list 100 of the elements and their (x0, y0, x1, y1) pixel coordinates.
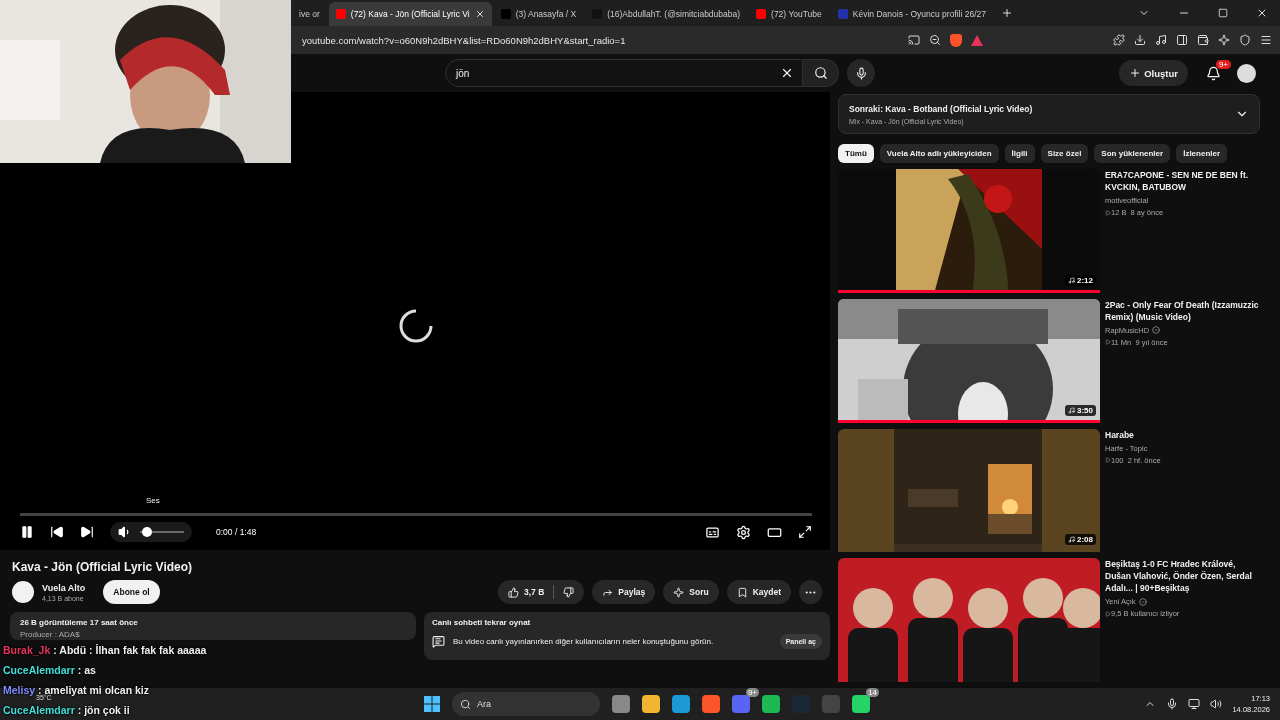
app-icon[interactable] (852, 695, 870, 713)
tab-favicon-icon (500, 9, 511, 19)
browser-tab[interactable]: (16)AbdullahT. (@simitciabdubaba) (585, 2, 748, 26)
filter-chip[interactable]: İlgili (1004, 144, 1035, 163)
browser-tab[interactable]: (72) YouTube (749, 2, 829, 26)
sparkle-icon (673, 586, 685, 598)
description-line: Producer : ADA$ (20, 630, 81, 639)
chat-message: : Abdü : İlhan fak fak fak aaaaa (53, 643, 207, 657)
browser-tab[interactable]: ive or (292, 2, 327, 26)
duration-badge: 2:12 (1065, 274, 1096, 286)
app-icon[interactable] (762, 695, 780, 713)
video-player[interactable]: Ses 0:00 / 1:48 (0, 92, 830, 550)
triangle-icon[interactable] (971, 34, 983, 46)
chat-icon (432, 635, 445, 648)
menu-icon[interactable] (1260, 34, 1272, 46)
close-icon[interactable] (474, 9, 485, 19)
tooltip-label: Ses (146, 496, 160, 505)
browser-tab[interactable]: (3) Anasayfa / X (493, 2, 584, 26)
channel-name[interactable]: Vuela Alto (42, 582, 86, 593)
views-icon (1105, 209, 1111, 216)
ask-button[interactable]: Soru (663, 580, 719, 604)
views-icon (1105, 339, 1111, 346)
maximize-icon[interactable] (1218, 8, 1228, 18)
progress-track[interactable] (20, 513, 812, 516)
filter-chip[interactable]: Vuela Alto adlı yükleyiciden (879, 144, 999, 163)
cast-icon[interactable] (908, 34, 920, 46)
tab-favicon-icon (756, 9, 767, 19)
settings-icon[interactable] (736, 524, 751, 540)
clear-icon[interactable] (780, 66, 794, 80)
thumbs-up-icon (508, 586, 519, 598)
close-icon[interactable] (1256, 7, 1268, 19)
views-icon (1105, 457, 1111, 463)
search-field[interactable]: jön (445, 59, 803, 87)
new-tab-icon[interactable] (1001, 7, 1014, 19)
notifications-icon[interactable] (1206, 65, 1221, 81)
music-note-icon (1068, 406, 1075, 414)
tab-favicon-icon (837, 9, 848, 19)
save-button[interactable]: Kaydet (726, 580, 791, 604)
subscribe-button[interactable]: Abone ol (103, 580, 160, 604)
search-icon (460, 698, 471, 710)
duration-badge: 3:50 (1065, 404, 1096, 416)
music-icon[interactable] (1155, 34, 1167, 46)
pause-icon[interactable] (20, 525, 34, 539)
filter-chip[interactable]: Tümü (838, 144, 874, 163)
app-icon[interactable] (672, 695, 690, 713)
description-panel[interactable]: 26 B görüntüleme 17 saat önce Producer : ADA$ (10, 612, 416, 640)
taskbar-search[interactable]: Ara (452, 692, 600, 716)
next-icon[interactable] (80, 525, 94, 539)
fullscreen-icon[interactable] (798, 525, 812, 539)
chat-username: Burak_Jk (3, 643, 51, 657)
search-button[interactable] (803, 59, 839, 87)
video-title: Kava - Jön (Official Lyric Video) (12, 560, 194, 574)
download-icon[interactable] (1134, 34, 1146, 46)
notification-badge: 9+ (1215, 59, 1231, 69)
music-note-icon (1068, 536, 1075, 544)
time-display: 0:00 / 1:48 (216, 527, 257, 537)
video-title[interactable]: ERA7CAPONE - SEN NE DE BEN ft. KVCKIN, BATUBOW (1105, 169, 1260, 193)
browser-tab[interactable]: Kévin Danois - Oyuncu profili 26/27 (830, 2, 994, 26)
previous-icon[interactable] (50, 525, 64, 539)
more-button[interactable] (799, 580, 822, 604)
share-button[interactable]: Paylaş (592, 580, 656, 604)
chat-username: CuceAlemdarr (3, 663, 75, 677)
start-icon[interactable] (424, 696, 440, 712)
app-icon[interactable] (612, 695, 630, 713)
filter-chip[interactable]: İzlenenler (1176, 144, 1228, 163)
filter-chip[interactable]: Size özel (1040, 144, 1089, 163)
microphone-icon (854, 66, 868, 80)
app-icon[interactable] (702, 695, 720, 713)
shield-icon[interactable] (950, 33, 962, 47)
microphone-icon[interactable] (1166, 698, 1179, 710)
panel-title: Canlı sohbeti tekrar oynat (432, 618, 532, 627)
wallet-icon[interactable] (1197, 34, 1209, 46)
create-button[interactable]: Oluştur (1119, 60, 1188, 86)
chat-username: CuceAlemdarr (3, 703, 75, 717)
channel-avatar[interactable] (12, 581, 34, 603)
search-icon (813, 66, 828, 80)
bookmark-icon (736, 586, 748, 598)
shield-icon[interactable] (1239, 34, 1251, 46)
browser-tab[interactable]: (72) Kava - Jön (Official Lyric Vi (328, 2, 492, 26)
sparkle-icon[interactable] (1218, 34, 1230, 46)
captions-icon[interactable] (705, 524, 720, 540)
app-badge: 9+ (745, 688, 759, 697)
extensions-icon[interactable] (1113, 34, 1125, 46)
sidebar-icon[interactable] (1176, 34, 1188, 46)
voice-search-button[interactable] (847, 59, 875, 87)
volume-icon[interactable] (1210, 698, 1223, 710)
plus-icon (1129, 67, 1142, 79)
video-title[interactable]: Beşiktaş 1-0 FC Hradec Králové, Dušan Vlahović, Önder Özen, Serdal Adalı... | 90+Beşiktaş (1105, 558, 1260, 595)
app-badge: 14 (866, 688, 879, 697)
video-title[interactable]: Harabe (1105, 428, 1161, 441)
thumbs-down-icon[interactable] (563, 586, 575, 598)
zoom-icon[interactable] (929, 34, 941, 46)
chat-message: : as (77, 663, 96, 677)
network-icon[interactable] (1188, 698, 1201, 710)
filter-chip[interactable]: Son yüklenenler (1094, 144, 1171, 163)
video-title[interactable]: 2Pac - Only Fear Of Death (Izzamuzzic Remix) (Music Video) (1105, 298, 1260, 323)
like-button[interactable]: 3,7 B (498, 580, 585, 604)
avatar[interactable] (1237, 63, 1256, 83)
app-icon[interactable] (642, 695, 660, 713)
app-icon[interactable] (732, 695, 750, 713)
